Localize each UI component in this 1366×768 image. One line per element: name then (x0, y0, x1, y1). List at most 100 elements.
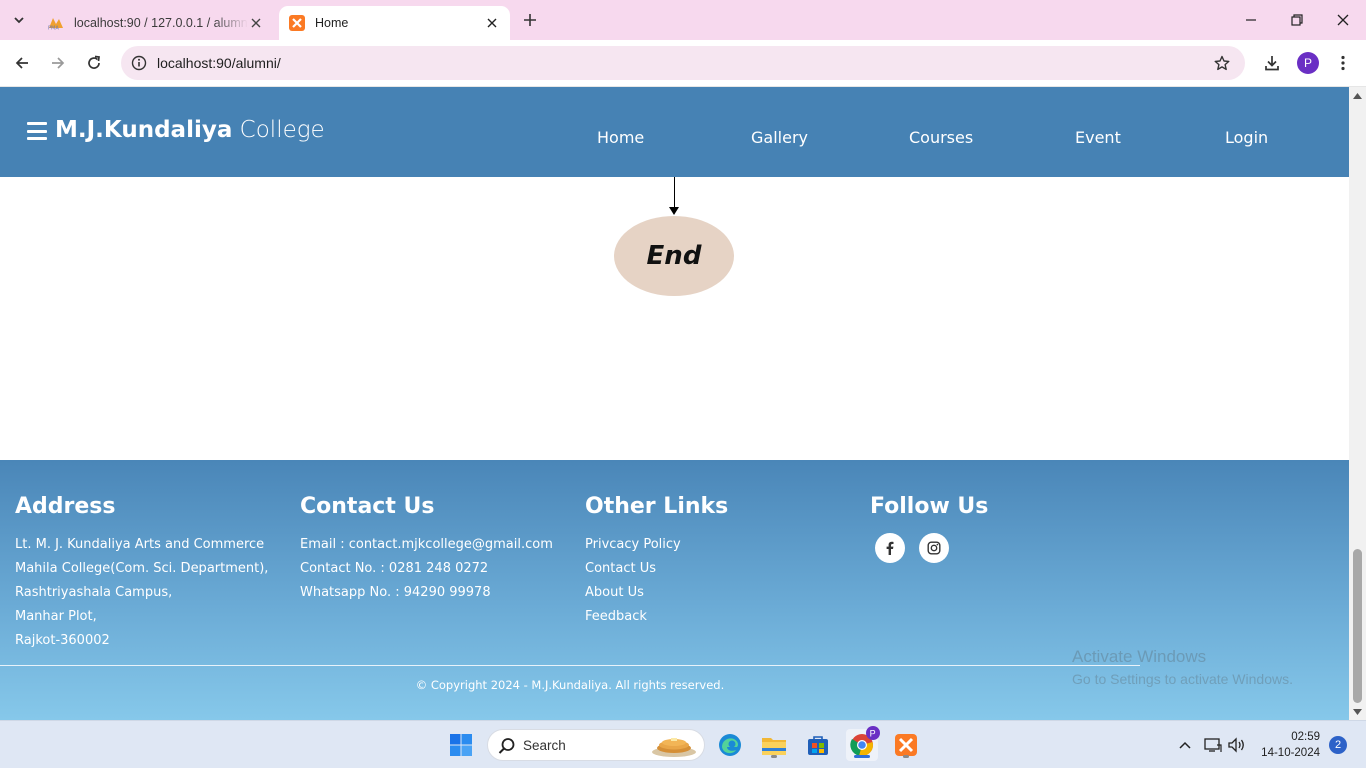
page-scrollbar[interactable] (1349, 87, 1366, 720)
end-node-label: End (646, 241, 702, 271)
address-url[interactable]: localhost:90/alumni/ (157, 55, 281, 71)
flow-connector-line (674, 177, 675, 209)
nav-login[interactable]: Login (1225, 128, 1268, 147)
hamburger-menu-icon[interactable] (27, 122, 47, 140)
footer-heading: Follow Us (870, 494, 989, 519)
show-hidden-icons-chevron-icon[interactable] (1175, 735, 1195, 755)
minimize-button[interactable] (1239, 8, 1263, 32)
footer-heading: Other Links (585, 494, 729, 519)
nav-home[interactable]: Home (597, 128, 644, 147)
link-about-us[interactable]: About Us (585, 581, 855, 605)
edge-browser-icon[interactable] (714, 729, 746, 761)
minimize-icon (1246, 19, 1256, 21)
browser-toolbar: localhost:90/alumni/ P (0, 40, 1366, 87)
xampp-icon (289, 15, 305, 31)
download-icon (1265, 56, 1279, 71)
address-bar[interactable]: localhost:90/alumni/ (121, 46, 1245, 80)
taskbar-search-box[interactable]: Search (487, 729, 705, 761)
windows-taskbar: Search P 02:59 14-10-2024 2 (0, 720, 1366, 768)
profile-badge-icon: P (866, 726, 880, 740)
reload-button[interactable] (81, 50, 107, 76)
svg-text:PMA: PMA (48, 26, 59, 31)
restore-button[interactable] (1285, 8, 1309, 32)
clock-date: 14-10-2024 (1261, 747, 1320, 759)
restore-icon (1291, 14, 1303, 26)
address-line: Manhar Plot, (15, 609, 97, 624)
browser-menu-button[interactable] (1330, 50, 1356, 76)
clock-time: 02:59 (1291, 731, 1320, 743)
notification-badge[interactable]: 2 (1329, 736, 1347, 754)
forward-button[interactable] (45, 50, 71, 76)
address-line: Rashtriyashala Campus, (15, 585, 173, 600)
footer-heading: Contact Us (300, 494, 435, 519)
activate-windows-watermark: Activate Windows Go to Settings to activ… (1072, 646, 1293, 690)
link-privacy-policy[interactable]: Privcacy Policy (585, 533, 855, 557)
link-feedback[interactable]: Feedback (585, 605, 855, 629)
microsoft-store-icon[interactable] (802, 729, 834, 761)
arrow-left-icon (15, 57, 28, 69)
site-info-icon[interactable] (127, 51, 151, 75)
tab-phpmyadmin[interactable]: PMA localhost:90 / 127.0.0.1 / alumni (38, 6, 274, 40)
contact-whatsapp: Whatsapp No. : 94290 99978 (300, 585, 491, 600)
tab-search-button[interactable] (7, 8, 31, 32)
new-tab-button[interactable] (518, 8, 542, 32)
address-line: Mahila College(Com. Sci. Department), (15, 561, 269, 576)
running-indicator (903, 755, 909, 758)
watermark-title: Activate Windows (1072, 647, 1207, 666)
site-navbar: M.J.Kundaliya College Home Gallery Cours… (0, 87, 1349, 177)
watermark-subtitle: Go to Settings to activate Windows. (1072, 671, 1293, 687)
contact-phone: Contact No. : 0281 248 0272 (300, 561, 489, 576)
flow-arrow-head (669, 207, 679, 215)
contact-email: Email : contact.mjkcollege@gmail.com (300, 537, 553, 552)
system-clock[interactable]: 02:59 14-10-2024 (1256, 729, 1320, 761)
back-button[interactable] (9, 50, 35, 76)
search-placeholder: Search (523, 738, 566, 753)
footer-follow: Follow Us (870, 493, 1140, 563)
reload-icon (88, 55, 100, 69)
active-indicator (854, 755, 870, 758)
kebab-menu-icon (1341, 55, 1345, 71)
running-indicator (771, 755, 777, 758)
profile-avatar[interactable]: P (1297, 52, 1319, 74)
site-footer: Address Lt. M. J. Kundaliya Arts and Com… (0, 460, 1349, 720)
xampp-taskbar-icon[interactable] (890, 729, 922, 761)
chrome-icon[interactable]: P (846, 726, 880, 761)
close-window-button[interactable] (1331, 8, 1355, 32)
site-brand[interactable]: M.J.Kundaliya College (55, 117, 325, 143)
tab-title: Home (315, 16, 349, 30)
close-icon (1337, 14, 1349, 26)
tab-title: localhost:90 / 127.0.0.1 / alumni (74, 16, 248, 30)
network-icon[interactable] (1203, 735, 1223, 755)
chevron-down-icon (14, 17, 24, 24)
close-icon[interactable] (484, 15, 500, 31)
footer-contact: Contact Us Email : contact.mjkcollege@gm… (300, 493, 570, 605)
instagram-icon[interactable] (919, 533, 949, 563)
tab-home[interactable]: Home (279, 6, 510, 40)
facebook-icon[interactable] (875, 533, 905, 563)
volume-icon[interactable] (1227, 735, 1247, 755)
close-icon[interactable] (248, 15, 264, 31)
search-icon (498, 738, 515, 754)
arrow-right-icon (52, 57, 65, 69)
brand-name: M.J.Kundaliya (55, 117, 233, 143)
bookmark-star-icon[interactable] (1211, 52, 1233, 74)
scrollbar-thumb[interactable] (1353, 549, 1362, 703)
phpmyadmin-icon: PMA (48, 15, 64, 31)
file-explorer-icon[interactable] (758, 729, 790, 761)
downloads-button[interactable] (1259, 50, 1285, 76)
scroll-down-arrow-icon[interactable] (1353, 707, 1362, 716)
footer-address: Address Lt. M. J. Kundaliya Arts and Com… (15, 493, 285, 653)
flowchart-end-node: End (614, 216, 734, 296)
page-viewport: M.J.Kundaliya College Home Gallery Cours… (0, 87, 1349, 720)
brand-suffix: College (239, 117, 325, 143)
nav-courses[interactable]: Courses (909, 128, 973, 147)
link-contact-us[interactable]: Contact Us (585, 557, 855, 581)
nav-event[interactable]: Event (1075, 128, 1121, 147)
nav-gallery[interactable]: Gallery (751, 128, 808, 147)
plus-icon (524, 14, 536, 26)
copyright-text: © Copyright 2024 - M.J.Kundaliya. All ri… (415, 678, 725, 692)
address-line: Rajkot-360002 (15, 633, 110, 648)
address-line: Lt. M. J. Kundaliya Arts and Commerce (15, 537, 265, 552)
scroll-up-arrow-icon[interactable] (1353, 91, 1362, 100)
windows-start-icon[interactable] (445, 729, 477, 761)
